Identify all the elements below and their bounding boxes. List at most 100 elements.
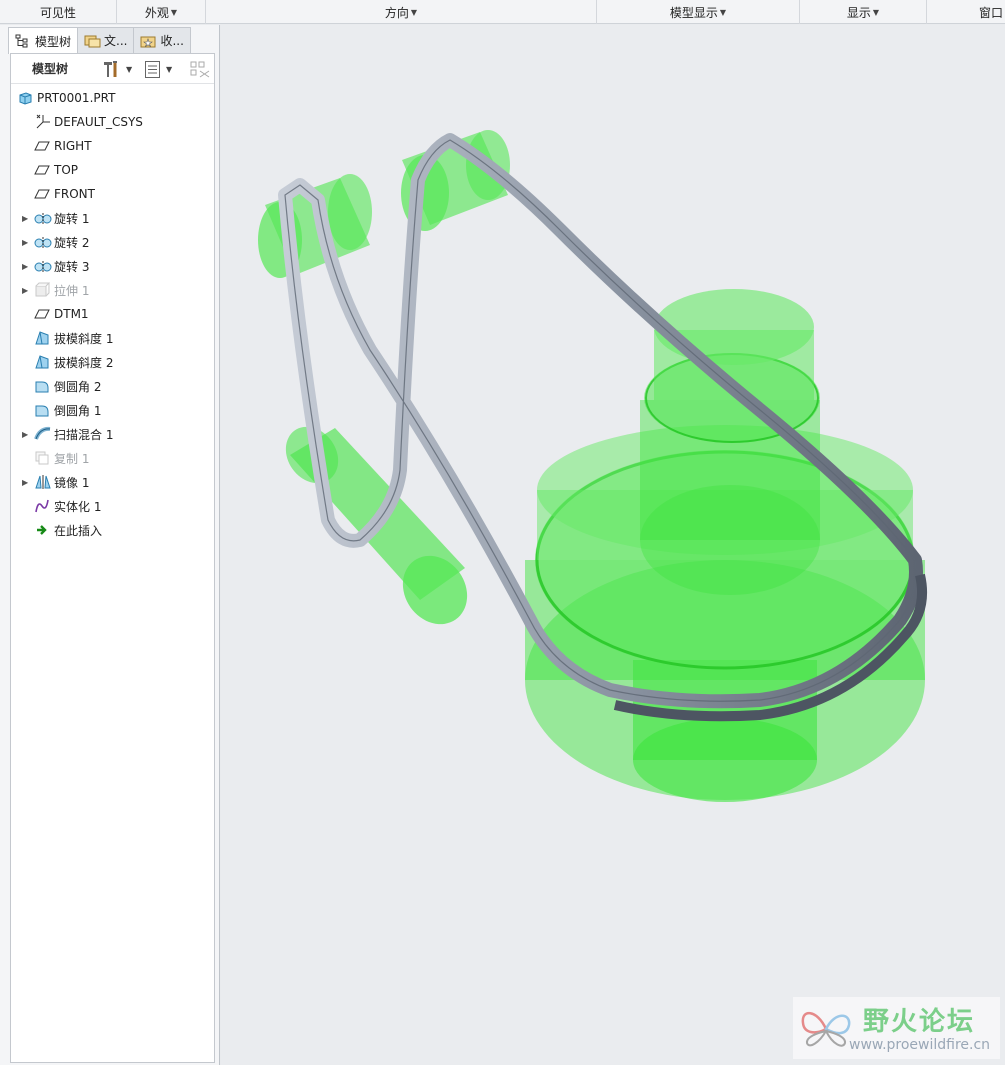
ribbon-group-label: 模型显示 [669,5,718,20]
ribbon-group-label: 外观 [144,5,169,20]
show-tool-button[interactable]: ▼ [144,59,172,79]
caret-down-icon: ▼ [872,7,880,17]
ribbon-group-bar: 可见性 外观 ▼ 方向 ▼ 模型显示 ▼ 显示 ▼ 窗口 [0,0,1005,24]
watermark-title: 野火论坛 [863,1007,976,1037]
ribbon-group-visibility[interactable]: 可见性 [0,0,117,24]
model-tree-header: 模型树 ▼ ▼ [11,54,214,84]
tree-item[interactable]: ▶ 拉伸 1 [11,278,216,302]
ribbon-group-window[interactable]: 窗口 [927,0,1005,24]
tree-item[interactable]: FRONT [11,182,216,206]
tree-item-label: DTM1 [54,307,89,321]
ribbon-group-orientation[interactable]: 方向 ▼ [206,0,597,24]
revolve-icon [34,234,52,250]
draft-icon [34,354,50,370]
expand-arrow-icon[interactable]: ▶ [22,238,30,247]
expand-arrow-icon[interactable]: ▶ [22,430,30,439]
datum-plane-icon [34,162,50,178]
tree-item[interactable]: ▶ 镜像 1 [11,470,216,494]
datum-plane-icon [34,186,50,202]
mirror-icon [34,474,51,490]
tree-item-label: PRT0001.PRT [37,91,116,105]
tree-item-label: 旋转 2 [54,235,90,250]
caret-down-icon: ▼ [126,64,133,74]
datum-plane-icon [34,138,50,154]
tree-item[interactable]: 倒圆角 1 [11,398,216,422]
tree-item[interactable]: DTM1 [11,302,216,326]
expand-arrow-icon[interactable]: ▶ [22,286,30,295]
tree-item-label: 拔模斜度 2 [54,355,114,370]
tree-icon [15,34,31,48]
caret-down-icon: ▼ [166,64,173,74]
tree-item[interactable]: 拔模斜度 2 [11,350,216,374]
forum-watermark: 野火论坛 www.proewildfire.cn [793,997,1000,1059]
settings-tool-button[interactable]: ▼ [101,59,132,79]
tab-label: 模型树 [35,34,72,49]
copy-icon [34,450,50,466]
solidify-icon [34,498,50,514]
folder-browser-icon [84,34,101,48]
ribbon-group-model-display[interactable]: 模型显示 ▼ [597,0,800,24]
round-icon [34,378,50,394]
model-tree-title: 模型树 [32,62,69,76]
expand-arrow-icon[interactable]: ▶ [22,214,30,223]
tree-item[interactable]: ▶ 旋转 1 [11,206,216,230]
tree-item-label: DEFAULT_CSYS [54,115,143,129]
filter-grid-icon [190,61,210,78]
graphics-viewport[interactable] [221,25,1005,1065]
round-icon [34,402,50,418]
swept-blend-icon [34,426,51,442]
revolve-icon [34,258,52,274]
tree-item-label: 拔模斜度 1 [54,331,114,346]
tree-item-label: TOP [54,163,79,177]
tree-root-item[interactable]: PRT0001.PRT [11,86,216,110]
ribbon-group-label: 方向 [384,5,409,20]
expand-arrow-icon[interactable]: ▶ [22,478,30,487]
tree-item-label: 镜像 1 [54,475,90,490]
tree-item[interactable]: RIGHT [11,134,216,158]
filter-tool-button[interactable] [189,59,211,79]
tree-item[interactable]: ▶ 扫描混合 1 [11,422,216,446]
tab-favorites[interactable]: 收... [133,27,191,53]
tree-item[interactable]: ▶ 旋转 3 [11,254,216,278]
tree-item-label: FRONT [54,187,95,201]
tree-item-label: 拉伸 1 [54,283,90,298]
tree-item-label: 旋转 1 [54,211,90,226]
tab-folder-browser[interactable]: 文... [77,27,135,53]
datum-plane-icon [34,306,50,322]
part-icon [17,90,33,106]
tree-item[interactable]: 复制 1 [11,446,216,470]
tree-item[interactable]: 拔模斜度 1 [11,326,216,350]
tree-item-label: RIGHT [54,139,92,153]
hammer-wrench-icon [104,61,117,77]
tree-item[interactable]: 在此插入 [11,518,216,542]
tree-item-label: 旋转 3 [54,259,90,274]
list-options-icon [145,61,160,78]
tree-item-label: 复制 1 [54,451,90,466]
tree-item[interactable]: DEFAULT_CSYS [11,110,216,134]
tree-item-label: 实体化 1 [54,499,102,514]
revolve-icon [34,210,52,226]
csys-icon [34,114,50,130]
ribbon-group-appearance[interactable]: 外观 ▼ [117,0,206,24]
tree-item[interactable]: ▶ 旋转 2 [11,230,216,254]
navigator-panel: 模型树 文... 收... 模型树 ▼ ▼ PRT0001.PRT DEFAUL… [0,25,220,1065]
caret-down-icon: ▼ [410,7,418,17]
tab-model-tree[interactable]: 模型树 [8,27,79,54]
tree-item-label: 扫描混合 1 [54,427,114,442]
ribbon-group-label: 显示 [846,5,871,20]
tree-item[interactable]: TOP [11,158,216,182]
expand-arrow-icon[interactable]: ▶ [22,262,30,271]
tree-item-label: 在此插入 [54,523,103,538]
ribbon-group-show[interactable]: 显示 ▼ [800,0,927,24]
butterfly-logo-icon [801,1012,851,1047]
draft-icon [34,330,50,346]
model-canvas[interactable] [221,25,1005,1065]
tree-item[interactable]: 倒圆角 2 [11,374,216,398]
tree-item-label: 倒圆角 1 [54,403,102,418]
navigator-tabs: 模型树 文... 收... [8,27,191,54]
ribbon-group-label: 窗口 [978,5,1003,20]
tab-label: 收... [160,34,184,48]
tree-item-label: 倒圆角 2 [54,379,102,394]
tree-item[interactable]: 实体化 1 [11,494,216,518]
ribbon-group-label: 可见性 [39,5,76,20]
